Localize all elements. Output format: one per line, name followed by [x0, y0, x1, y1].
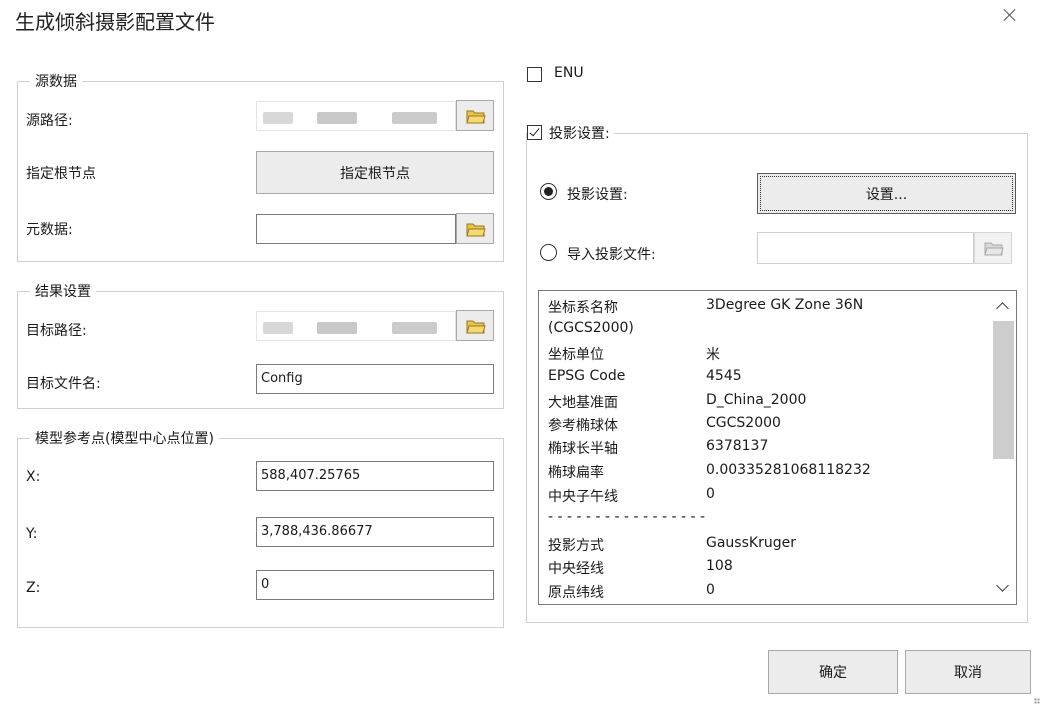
dialog-title: 生成倾斜摄影配置文件: [15, 10, 215, 34]
source-path-label: 源路径:: [26, 113, 73, 129]
z-label: Z:: [26, 580, 41, 596]
projection-info-list[interactable]: 坐标系名称 3Degree GK Zone 36N (CGCS2000) 坐标单位…: [538, 290, 1017, 605]
folder-open-icon: [466, 223, 486, 237]
metadata-input[interactable]: [256, 214, 456, 244]
close-icon[interactable]: [1000, 6, 1020, 26]
root-node-label: 指定根节点: [26, 166, 96, 182]
list-scrollbar[interactable]: [990, 291, 1016, 604]
target-path-input[interactable]: [256, 311, 456, 341]
ok-button[interactable]: 确定: [768, 650, 898, 694]
result-settings-legend: 结果设置: [35, 284, 91, 300]
reference-point-legend: 模型参考点(模型中心点位置): [35, 431, 214, 447]
y-label: Y:: [26, 526, 38, 542]
source-path-browse-button[interactable]: [456, 100, 494, 131]
projection-set-label: 投影设置:: [567, 187, 628, 203]
import-projection-label: 导入投影文件:: [567, 247, 656, 263]
resize-grip-icon[interactable]: [1034, 698, 1040, 704]
projection-checkbox[interactable]: [527, 125, 542, 140]
x-label: X:: [26, 469, 41, 485]
scroll-down-icon[interactable]: [996, 579, 1009, 592]
y-input[interactable]: 3,788,436.86677: [256, 517, 494, 547]
import-projection-browse-button[interactable]: [974, 232, 1012, 264]
target-path-browse-button[interactable]: [456, 310, 494, 341]
target-file-label: 目标文件名:: [26, 376, 101, 392]
scroll-thumb[interactable]: [993, 321, 1014, 459]
folder-open-icon: [984, 242, 1004, 256]
scroll-up-icon[interactable]: [996, 302, 1009, 315]
folder-open-icon: [466, 320, 486, 334]
target-file-input[interactable]: Config: [256, 364, 494, 394]
z-input[interactable]: 0: [256, 570, 494, 600]
source-data-legend: 源数据: [35, 74, 77, 90]
cancel-button[interactable]: 取消: [905, 650, 1031, 694]
import-projection-radio[interactable]: [540, 244, 557, 261]
import-projection-input[interactable]: [757, 232, 974, 264]
projection-set-radio[interactable]: [540, 183, 557, 200]
metadata-browse-button[interactable]: [456, 213, 494, 244]
metadata-label: 元数据:: [26, 222, 73, 238]
enu-label: ENU: [554, 65, 584, 81]
projection-settings-button[interactable]: 设置...: [757, 173, 1016, 214]
source-path-input[interactable]: [256, 101, 456, 131]
target-path-label: 目标路径:: [26, 323, 87, 339]
enu-checkbox[interactable]: [527, 67, 542, 82]
folder-open-icon: [466, 110, 486, 124]
x-input[interactable]: 588,407.25765: [256, 461, 494, 491]
set-root-node-button[interactable]: 指定根节点: [256, 151, 494, 194]
